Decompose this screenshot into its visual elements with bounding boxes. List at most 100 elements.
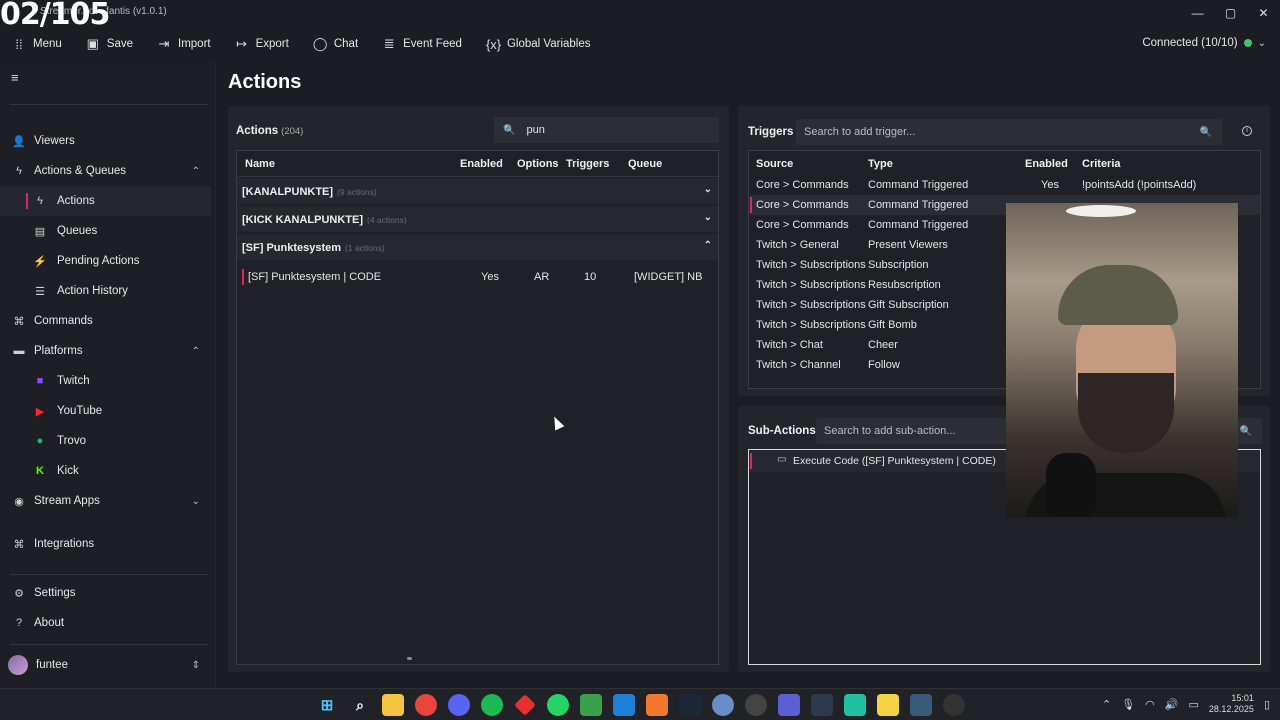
sidebar-item-label: Actions [57,195,95,207]
chatgpt-icon[interactable] [943,694,965,716]
app-chart-icon[interactable] [844,694,866,716]
toolbar: ⁞⁞ Menu ▣ Save ⇥ Import ↦ Export ◯ Chat ≣ Even… [0,30,1280,58]
user-profile[interactable]: funtee ⇕ [0,650,216,680]
actions-header: Actions (204) [236,125,303,137]
group-name: [KANALPUNKTE] [242,186,334,198]
discord-icon[interactable] [448,694,470,716]
app-globe-icon[interactable] [712,694,734,716]
chevron-down-icon[interactable]: ⌄ [704,212,712,223]
cell-type: Resubscription [868,279,941,291]
col-source[interactable]: Source [756,158,793,170]
bolt-icon: ϟ [16,165,22,177]
notification-icon[interactable]: ▯ [1264,698,1270,711]
event-feed-label: Event Feed [403,38,462,50]
col-criteria[interactable]: Criteria [1082,158,1121,170]
col-type[interactable]: Type [868,158,893,170]
connection-label: Connected (10/10) [1142,37,1238,49]
obs-icon[interactable] [745,694,767,716]
save-button[interactable]: ▣ Save [74,30,145,58]
group-row[interactable]: [KICK KANALPUNKTE] (4 actions) ⌄ [237,206,718,232]
clock[interactable]: 15:01 28.12.2025 [1209,693,1254,715]
sidebar-item-about[interactable]: ? About [0,608,216,638]
app-diamond-icon[interactable] [514,694,536,716]
user-icon: 👤 [12,135,26,148]
cell-type: Follow [868,359,900,371]
search-icon[interactable]: ⌕ [349,694,371,716]
vscode-icon[interactable] [613,694,635,716]
connection-status[interactable]: Connected (10/10) ⌄ [1142,37,1266,49]
col-enabled[interactable]: Enabled [460,158,503,170]
app-window: Streamer.bot - fantis (v1.0.1) 02/105 — … [0,0,1280,688]
kick-icon: K [36,465,44,477]
sidebar-item-youtube[interactable]: ▶ YouTube [0,396,216,426]
table-row[interactable]: Core > Commands Command Triggered Yes !poin… [749,175,1260,195]
sidebar-item-actions-queues[interactable]: ϟ Actions & Queues ⌃ [0,156,216,186]
group-count: (9 actions) [337,187,377,197]
mic-icon[interactable]: 🎙 [1121,698,1135,711]
group-row[interactable]: [KANALPUNKTE] (9 actions) ⌄ [237,178,718,204]
sidebar-item-queues[interactable]: ▤ Queues [0,216,216,246]
file-explorer-icon[interactable] [382,694,404,716]
sidebar-item-stream-apps[interactable]: ◉ Stream Apps ⌄ [0,486,216,516]
global-variables-button[interactable]: {x} Global Variables [474,30,603,58]
sidebar-item-pending-actions[interactable]: ⚡ Pending Actions [0,246,216,276]
chevron-up-icon[interactable]: ⌃ [704,240,712,251]
chrome-icon[interactable] [415,694,437,716]
export-button[interactable]: ↦ Export [223,30,301,58]
sidebar-item-kick[interactable]: K Kick [0,456,216,486]
subaction-search-placeholder: Search to add sub-action... [824,425,956,437]
group-row[interactable]: [SF] Punktesystem (1 actions) ⌃ [237,234,718,260]
hamburger-icon[interactable]: ≡ [11,70,19,85]
sidebar-item-commands[interactable]: ⌘ Commands [0,306,216,336]
sidebar-item-integrations[interactable]: ⌘ Integrations [0,529,216,559]
col-triggers[interactable]: Triggers [566,158,609,170]
spotify-icon[interactable] [481,694,503,716]
subaction-label: Execute Code ([SF] Punktesystem | CODE) [793,455,996,467]
sidebar-item-action-history[interactable]: ☰ Action History [0,276,216,306]
steam-icon[interactable] [679,694,701,716]
wifi-icon[interactable]: ◠ [1145,698,1155,711]
scroll-indicator[interactable] [407,657,412,660]
table-row[interactable]: [SF] Punktesystem | CODE Yes AR 10 [WIDG… [237,266,718,288]
whatsapp-icon[interactable] [547,694,569,716]
chevron-down-icon[interactable]: ⌄ [704,184,712,195]
chat-button[interactable]: ◯ Chat [301,30,370,58]
chevron-updown-icon: ⇕ [191,659,200,671]
col-queue[interactable]: Queue [628,158,662,170]
streamerbot-icon[interactable] [778,694,800,716]
import-button[interactable]: ⇥ Import [145,30,223,58]
notepad-icon[interactable] [580,694,602,716]
audio-app-icon[interactable] [811,694,833,716]
close-icon[interactable]: ✕ [1247,0,1280,26]
cell-source: Core > Commands [756,219,849,231]
col-enabled[interactable]: Enabled [1025,158,1068,170]
group-count: (4 actions) [367,215,407,225]
sidebar-item-settings[interactable]: ⚙ Settings [0,578,216,608]
info-icon[interactable]: i [1242,126,1252,136]
minimize-icon[interactable]: — [1181,0,1214,26]
trigger-search-input[interactable]: Search to add trigger... 🔍 [796,119,1222,145]
sticky-notes-icon[interactable] [877,694,899,716]
tray-chevron-icon[interactable]: ⌃ [1102,698,1111,711]
col-options[interactable]: Options [517,158,559,170]
sidebar-item-twitch[interactable]: ■ Twitch [0,366,216,396]
bolt-icon: ϟ [37,195,43,207]
sidebar-item-platforms[interactable]: ▬ Platforms ⌃ [0,336,216,366]
volume-icon[interactable]: 🔊 [1165,698,1179,711]
maximize-icon[interactable]: ▢ [1214,0,1247,26]
app-tool-icon[interactable] [910,694,932,716]
battery-icon[interactable]: ▭ [1188,698,1198,711]
actions-search-input[interactable]: 🔍 pun [494,117,719,143]
sidebar-item-actions[interactable]: ϟ Actions [0,186,211,216]
cell-type: Present Viewers [868,239,948,251]
event-feed-button[interactable]: ≣ Event Feed [370,30,474,58]
windows-start-icon[interactable]: ⊞ [316,694,338,716]
app-triangle-icon[interactable] [646,694,668,716]
menu-button[interactable]: ⁞⁞ Menu [0,30,74,58]
col-name[interactable]: Name [245,158,275,170]
chat-icon: ◯ [312,36,328,51]
sidebar-item-viewers[interactable]: 👤 Viewers [0,126,216,156]
chevron-down-icon: ⌄ [191,495,200,507]
sidebar-item-label: Actions & Queues [34,165,127,177]
sidebar-item-trovo[interactable]: ● Trovo [0,426,216,456]
